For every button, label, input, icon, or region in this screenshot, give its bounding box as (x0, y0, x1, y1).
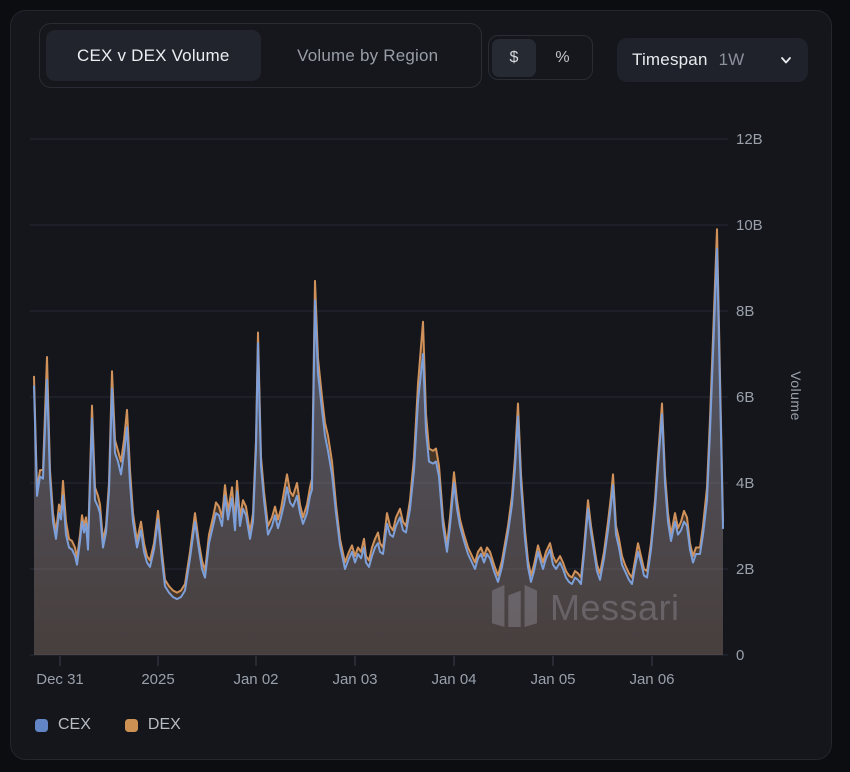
y-axis-tick-label: 0 (736, 647, 744, 664)
y-axis-tick-label: 8B (736, 303, 754, 320)
x-axis-tick-label: 2025 (141, 671, 174, 688)
cex-swatch-icon (35, 719, 48, 732)
legend-item-dex[interactable]: DEX (125, 716, 181, 734)
cex-line (34, 249, 723, 599)
y-axis-tick-label: 4B (736, 475, 754, 492)
x-axis-tick-label: Dec 31 (36, 671, 84, 688)
x-axis-tick-label: Jan 02 (233, 671, 278, 688)
volume-chart[interactable]: 0 2B 4B 6B 8B 10B 12B Dec 31 2025 Jan 02 Jan 03 Jan… (0, 0, 850, 772)
cex-area (34, 249, 723, 655)
y-axis-title: Volume (756, 381, 836, 411)
dex-swatch-icon (125, 719, 138, 732)
x-axis-tick-label: Jan 06 (629, 671, 674, 688)
legend-item-cex[interactable]: CEX (35, 716, 91, 734)
y-axis-tick-label: 6B (736, 389, 754, 406)
legend-label-cex: CEX (58, 716, 91, 734)
y-axis-tick-label: 12B (736, 131, 763, 148)
x-axis-tick-label: Jan 05 (530, 671, 575, 688)
x-axis-tick-label: Jan 03 (332, 671, 377, 688)
legend-label-dex: DEX (148, 716, 181, 734)
y-axis-tick-label: 10B (736, 217, 763, 234)
y-axis-tick-label: 2B (736, 561, 754, 578)
chart-legend: CEX DEX (35, 716, 181, 734)
x-axis-tick-label: Jan 04 (431, 671, 476, 688)
dex-line (34, 229, 723, 592)
